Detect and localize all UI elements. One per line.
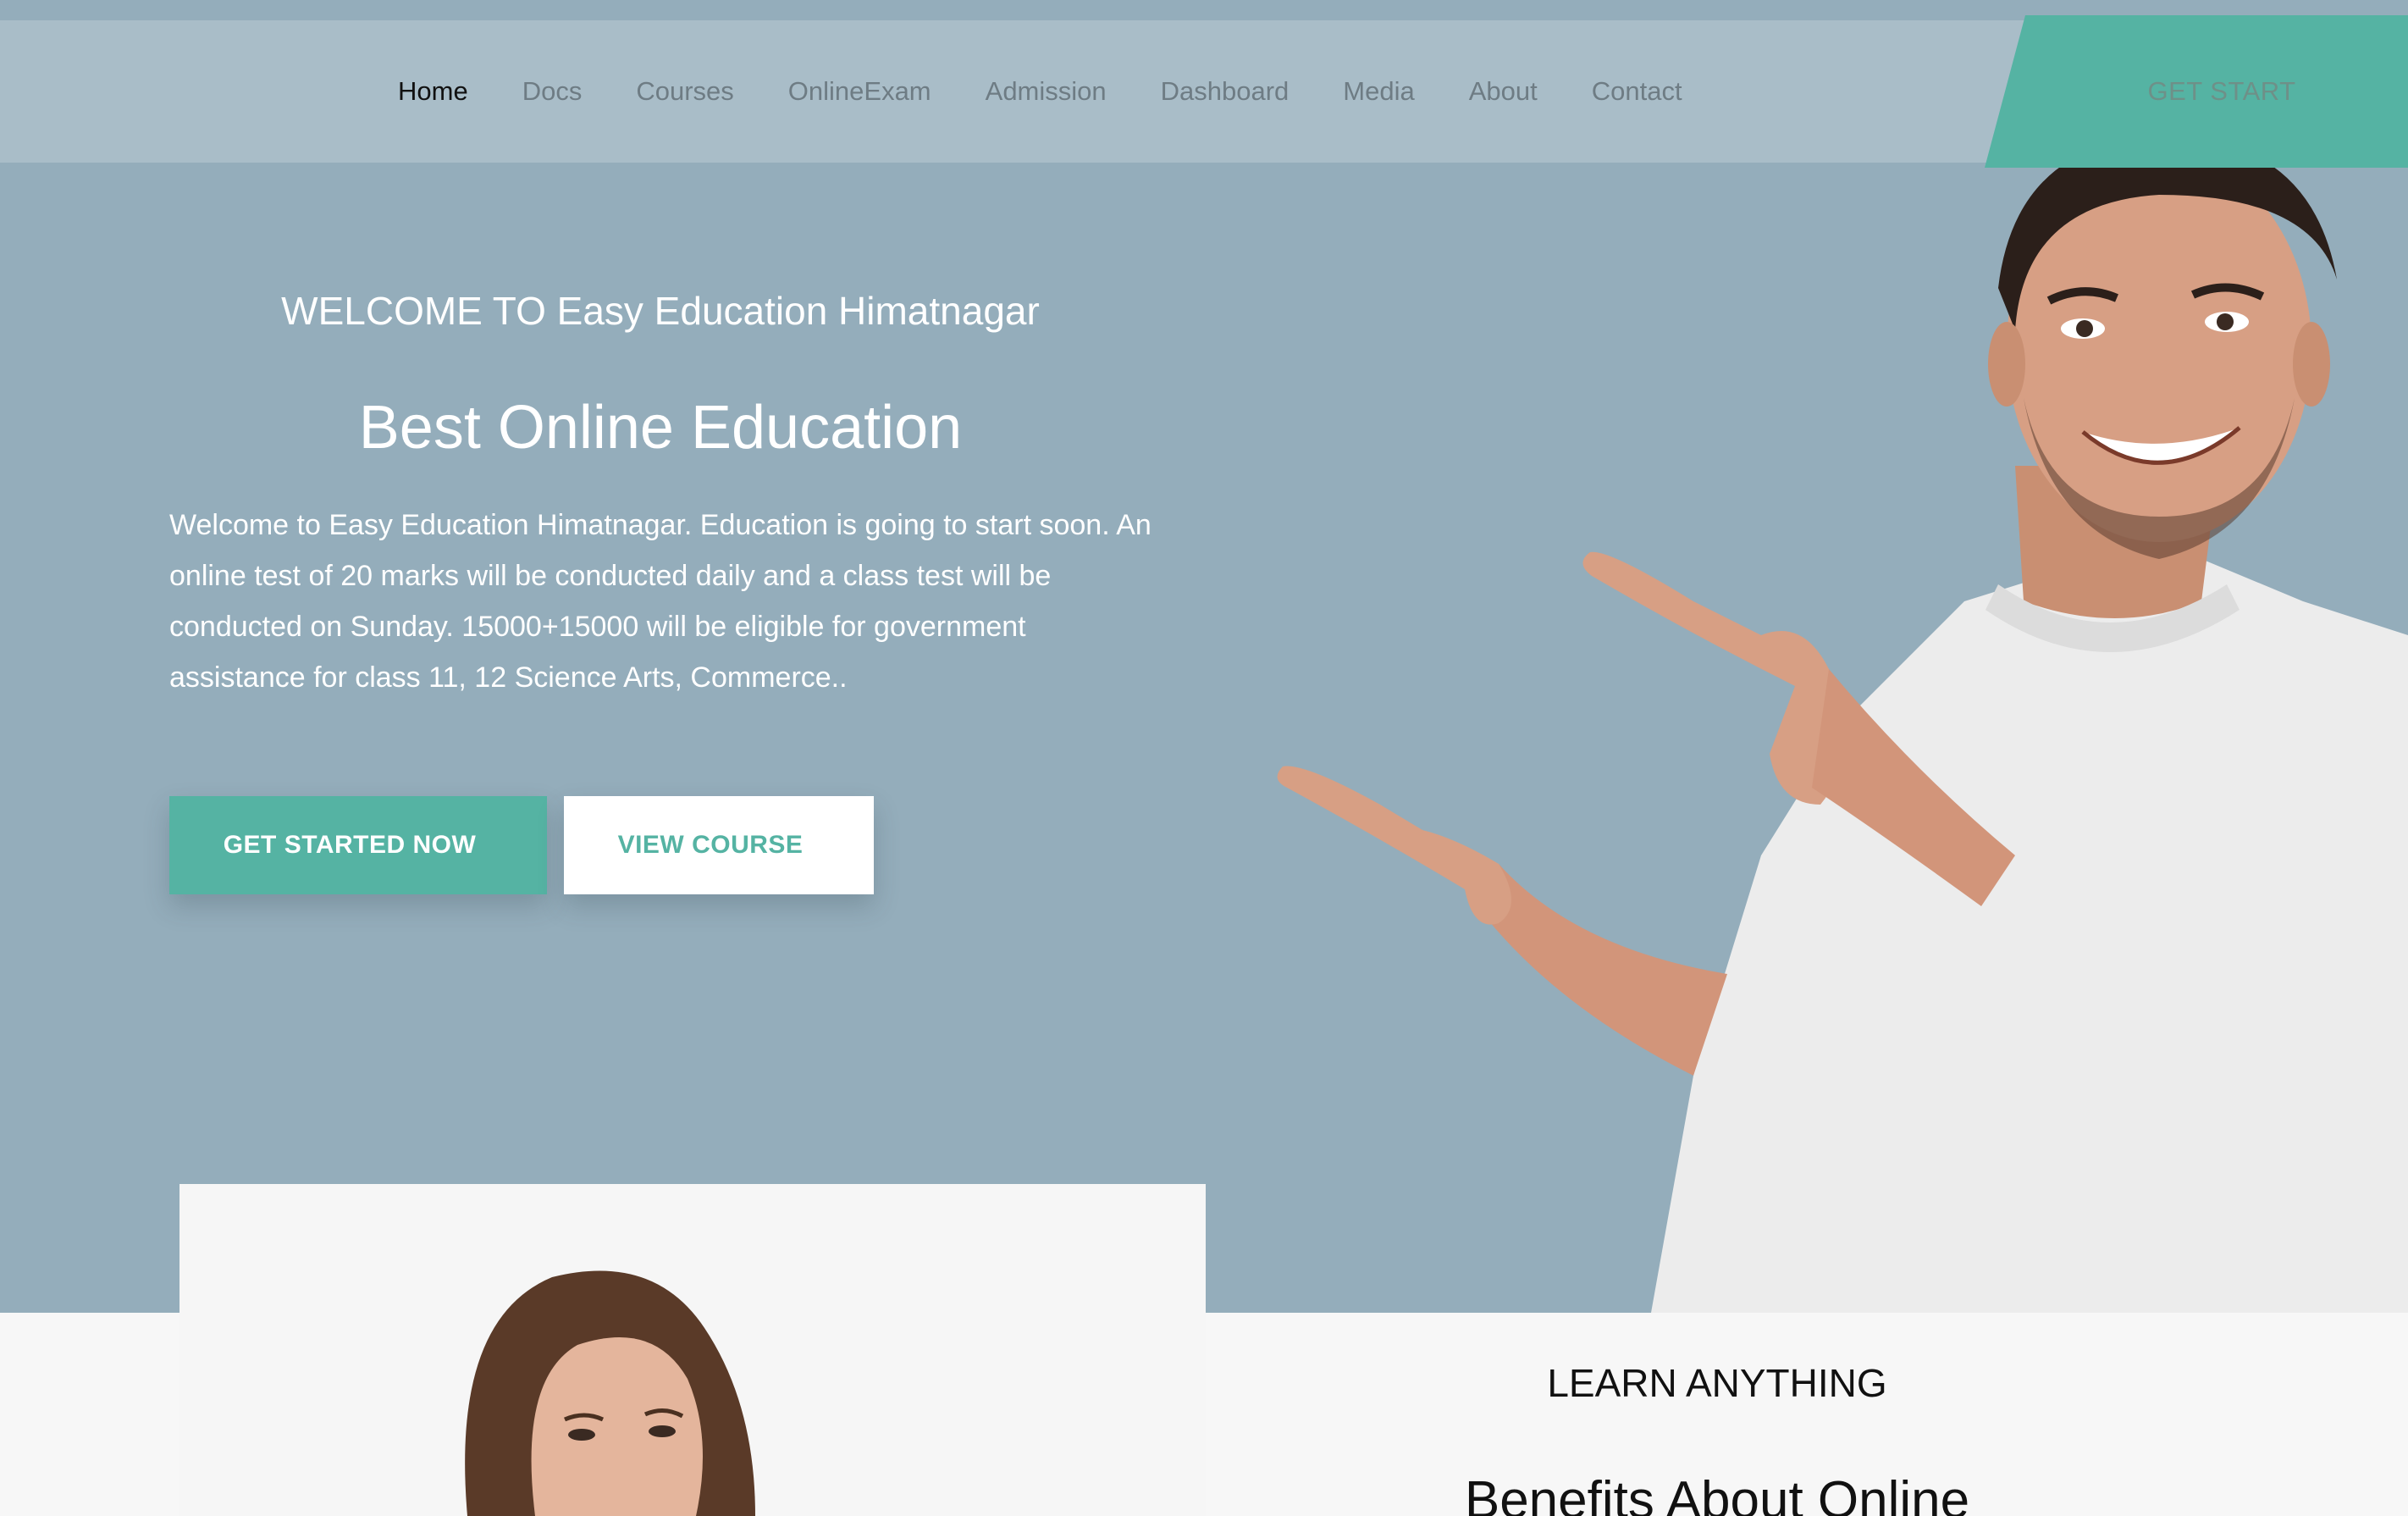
nav-item-about[interactable]: About bbox=[1469, 76, 1538, 107]
nav-item-docs[interactable]: Docs bbox=[522, 76, 583, 107]
nav-item-dashboard[interactable]: Dashboard bbox=[1161, 76, 1290, 107]
nav-links: Home Docs Courses OnlineExam Admission D… bbox=[398, 20, 1737, 163]
nav-item-courses[interactable]: Courses bbox=[636, 76, 733, 107]
woman-photo-image bbox=[179, 1184, 1206, 1516]
get-start-button[interactable]: GET START bbox=[1985, 15, 2408, 168]
welcome-heading: WELCOME TO Easy Education Himatnagar bbox=[281, 289, 1040, 333]
hero-description: Welcome to Easy Education Himatnagar. Ed… bbox=[169, 509, 1152, 694]
hero-buttons: GET STARTED NOW VIEW COURSE bbox=[169, 796, 874, 894]
woman-photo-card bbox=[179, 1184, 1206, 1516]
man-pointing-image bbox=[1277, 161, 2408, 1313]
section-title: Benefits About Online bbox=[1464, 1471, 1970, 1516]
view-course-button[interactable]: VIEW COURSE bbox=[564, 796, 874, 894]
hero-text: WELCOME TO Easy Education Himatnagar Bes… bbox=[169, 288, 1152, 703]
get-start-label: GET START bbox=[2147, 76, 2296, 106]
section-eyebrow: LEARN ANYTHING bbox=[1547, 1361, 1887, 1405]
nav-item-admission[interactable]: Admission bbox=[986, 76, 1107, 107]
nav-item-onlineexam[interactable]: OnlineExam bbox=[788, 76, 931, 107]
nav-item-media[interactable]: Media bbox=[1343, 76, 1414, 107]
page-title: Best Online Education bbox=[358, 394, 963, 462]
nav-item-contact[interactable]: Contact bbox=[1592, 76, 1682, 107]
get-started-now-button[interactable]: GET STARTED NOW bbox=[169, 796, 547, 894]
nav-item-home[interactable]: Home bbox=[398, 76, 468, 107]
